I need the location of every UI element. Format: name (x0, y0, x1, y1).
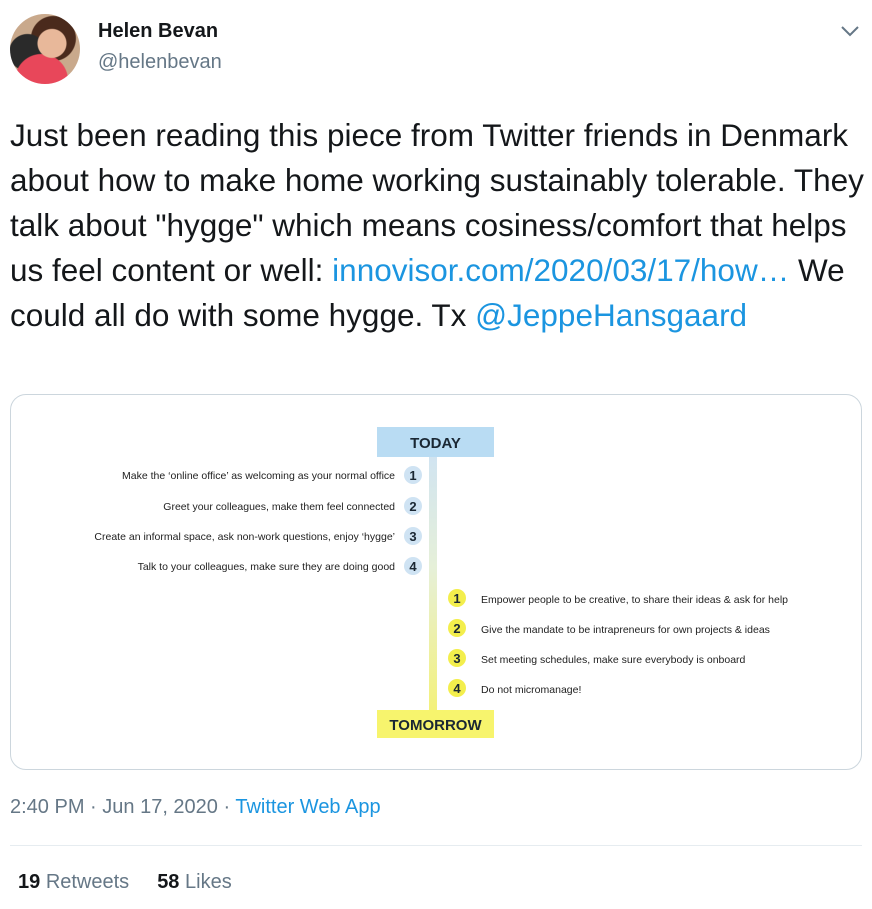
tomorrow-item: 3 Set meeting schedules, make sure every… (448, 649, 746, 667)
tomorrow-label: TOMORROW (389, 717, 482, 734)
today-item-text: Create an informal space, ask non-work q… (94, 531, 395, 543)
tomorrow-item-text: Give the mandate to be intrapreneurs for… (481, 624, 770, 636)
tweet-text: Just been reading this piece from Twitte… (10, 113, 865, 338)
timeline-line (429, 447, 437, 717)
likes-label: Likes (185, 871, 232, 893)
author-avatar[interactable] (10, 14, 80, 84)
tweet-mention[interactable]: @JeppeHansgaard (475, 297, 747, 333)
tomorrow-item-text: Empower people to be creative, to share … (481, 594, 788, 606)
tomorrow-item: 4 Do not micromanage! (448, 679, 581, 697)
today-item: 2 Greet your colleagues, make them feel … (163, 497, 422, 515)
tweet-stats: 19 Retweets 58 Likes (18, 871, 232, 894)
today-item-text: Talk to your colleagues, make sure they … (138, 561, 396, 573)
meta-separator: · (84, 796, 103, 818)
today-item-text: Greet your colleagues, make them feel co… (163, 501, 395, 513)
today-item-text: Make the ‘online office’ as welcoming as… (122, 470, 395, 482)
tweet-link[interactable]: innovisor.com/2020/03/17/how… (332, 252, 789, 288)
meta-separator: · (217, 796, 236, 818)
today-item: 1 Make the ‘online office’ as welcoming … (122, 466, 422, 484)
tomorrow-item: 1 Empower people to be creative, to shar… (448, 589, 788, 607)
today-item-number: 3 (409, 529, 416, 544)
today-item-number: 4 (409, 559, 417, 574)
tomorrow-item-text: Set meeting schedules, make sure everybo… (481, 654, 746, 666)
tomorrow-item-text: Do not micromanage! (481, 684, 581, 696)
tomorrow-item: 2 Give the mandate to be intrapreneurs f… (448, 619, 770, 637)
divider (10, 845, 862, 846)
author-handle[interactable]: @helenbevan (98, 51, 222, 74)
author-name[interactable]: Helen Bevan (98, 20, 218, 43)
hygge-infographic: TODAY TOMORROW 1 Make the ‘online office… (94, 427, 788, 738)
likes-stat[interactable]: 58 Likes (157, 871, 232, 893)
chevron-down-icon[interactable] (840, 24, 860, 38)
tomorrow-item-number: 4 (453, 681, 461, 696)
tweet-media-image[interactable]: TODAY TOMORROW 1 Make the ‘online office… (10, 394, 862, 770)
today-label: TODAY (410, 435, 461, 452)
today-item-number: 1 (409, 468, 416, 483)
tweet-date[interactable]: Jun 17, 2020 (102, 796, 218, 818)
tomorrow-item-number: 3 (453, 651, 460, 666)
retweets-stat[interactable]: 19 Retweets (18, 871, 129, 893)
today-item: 3 Create an informal space, ask non-work… (94, 527, 422, 545)
tomorrow-item-number: 2 (453, 621, 460, 636)
tweet-time[interactable]: 2:40 PM (10, 796, 84, 818)
tomorrow-item-number: 1 (453, 591, 460, 606)
retweets-label: Retweets (45, 871, 130, 893)
retweets-count: 19 (18, 871, 41, 893)
today-item: 4 Talk to your colleagues, make sure the… (138, 557, 422, 575)
today-item-number: 2 (409, 499, 416, 514)
tweet-meta: 2:40 PM · Jun 17, 2020 · Twitter Web App (10, 796, 381, 819)
tweet-source[interactable]: Twitter Web App (235, 796, 380, 818)
likes-count: 58 (157, 871, 180, 893)
